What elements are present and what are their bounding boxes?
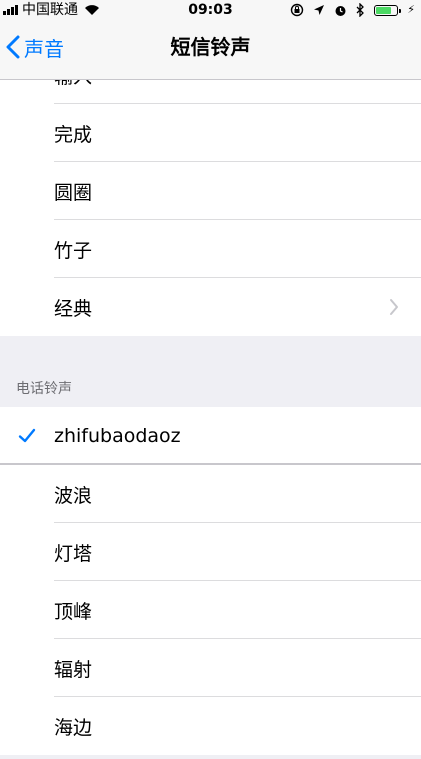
tone-item-jingdian[interactable]: 经典 [0,278,421,336]
bluetooth-icon [356,3,365,17]
location-icon [314,5,325,15]
ringtone-item-fushe[interactable]: 辐射 [0,639,421,697]
page-title: 短信铃声 [170,35,251,59]
ringtone-item-dingfeng[interactable]: 顶峰 [0,581,421,639]
ringtone-label: 灯塔 [54,542,93,565]
ringtone-label: 顶峰 [54,600,93,623]
tone-label: 经典 [54,297,93,320]
checkmark-icon [18,428,36,443]
ringtone-label: 海边 [54,716,93,739]
ringtone-label: 波浪 [54,484,93,507]
ringtone-item-haibian[interactable]: 海边 [0,697,421,755]
status-bar: 中国联通 09:03 ⚡ [0,0,421,20]
chevron-right-icon [390,299,398,315]
ringtone-label: zhifubaodaoz [54,425,181,447]
ringtone-item-dengta[interactable]: 灯塔 [0,523,421,581]
list-item-partial[interactable]: 输入 [0,80,421,104]
tone-list-scroll[interactable]: 输入 完成 圆圈 竹子 经典 电话铃声 zhifubaodaoz 波浪 [0,80,421,759]
tone-item-wancheng[interactable]: 完成 [0,104,421,162]
navigation-bar: 声音 短信铃声 [0,20,421,80]
ringtone-label: 辐射 [54,658,93,681]
ringtone-item-bolang[interactable]: 波浪 [0,465,421,523]
ringtone-item-selected[interactable]: zhifubaodaoz [0,407,421,465]
tone-label: 完成 [54,123,93,146]
tone-label: 竹子 [54,239,93,262]
battery-icon [374,4,402,16]
battery-level [376,6,392,14]
text-tone-list: 输入 完成 圆圈 竹子 经典 [0,80,421,336]
ringtone-list: zhifubaodaoz 波浪 灯塔 顶峰 辐射 海边 [0,407,421,755]
tone-label: 圆圈 [54,181,93,204]
status-right: ⚡ [290,0,415,20]
alarm-icon [335,5,346,16]
tone-item-zhuzi[interactable]: 竹子 [0,220,421,278]
section-header-ringtones: 电话铃声 [16,381,72,397]
screen-lock-icon [291,3,304,17]
charging-icon: ⚡ [407,3,415,16]
tone-item-yuanquan[interactable]: 圆圈 [0,162,421,220]
